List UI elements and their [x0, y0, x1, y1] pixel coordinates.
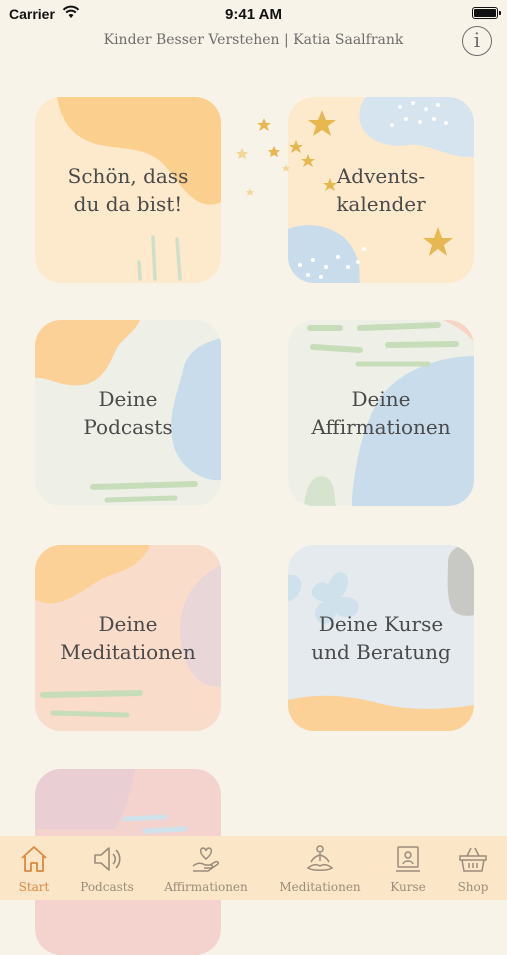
tile-welcome[interactable]: Schön, dass du da bist! [35, 97, 221, 283]
home-icon [21, 846, 47, 872]
tab-podcasts[interactable]: Podcasts [78, 836, 136, 900]
tile-label-line1: Deine [98, 612, 158, 636]
tab-label: Podcasts [80, 880, 134, 894]
tile-label-line2: du da bist! [73, 192, 183, 216]
tab-label: Affirmationen [164, 880, 248, 894]
app-title: Kinder Besser Verstehen | Katia Saalfran… [103, 32, 404, 48]
tab-shop[interactable]: Shop [452, 836, 494, 900]
tile-label-line1: Deine [351, 387, 411, 411]
battery-icon [472, 7, 501, 19]
tab-label: Start [18, 880, 50, 894]
tab-meditations[interactable]: Meditationen [277, 836, 363, 900]
heart-hand-icon [192, 847, 219, 872]
meditation-icon [306, 845, 334, 871]
tab-courses[interactable]: Kurse [386, 836, 430, 900]
tile-affirmations[interactable]: Deine Affirmationen [288, 320, 474, 506]
tab-start[interactable]: Start [10, 836, 58, 900]
tab-bar: Start Podcasts Affirmationen Meditatione… [0, 836, 507, 900]
tile-courses[interactable]: Deine Kurse und Beratung [288, 545, 474, 731]
tile-meditations[interactable]: Deine Meditationen [35, 545, 221, 731]
basket-icon [459, 847, 487, 872]
stars-decoration [236, 110, 337, 196]
tab-label: Meditationen [279, 880, 361, 894]
clock: 9:41 AM [225, 6, 282, 23]
tab-affirmations[interactable]: Affirmationen [162, 836, 250, 900]
tile-label-line2: Meditationen [60, 640, 196, 664]
tile-label-line1: Deine [98, 387, 158, 411]
tile-label-line2: Podcasts [83, 415, 173, 439]
status-bar: Carrier 9:41 AM [0, 0, 507, 28]
tile-label-line2: Affirmationen [311, 415, 451, 439]
tab-label: Kurse [390, 880, 426, 894]
tile-label-line1: Deine Kurse [318, 612, 444, 636]
tile-label-line2: und Beratung [311, 640, 451, 664]
tile-label-line1: Schön, dass [67, 164, 189, 188]
tile-podcasts[interactable]: Deine Podcasts [35, 320, 221, 506]
info-button[interactable]: i [462, 26, 492, 56]
course-icon [396, 846, 420, 872]
tab-label: Shop [457, 880, 489, 894]
speaker-icon [94, 847, 121, 871]
